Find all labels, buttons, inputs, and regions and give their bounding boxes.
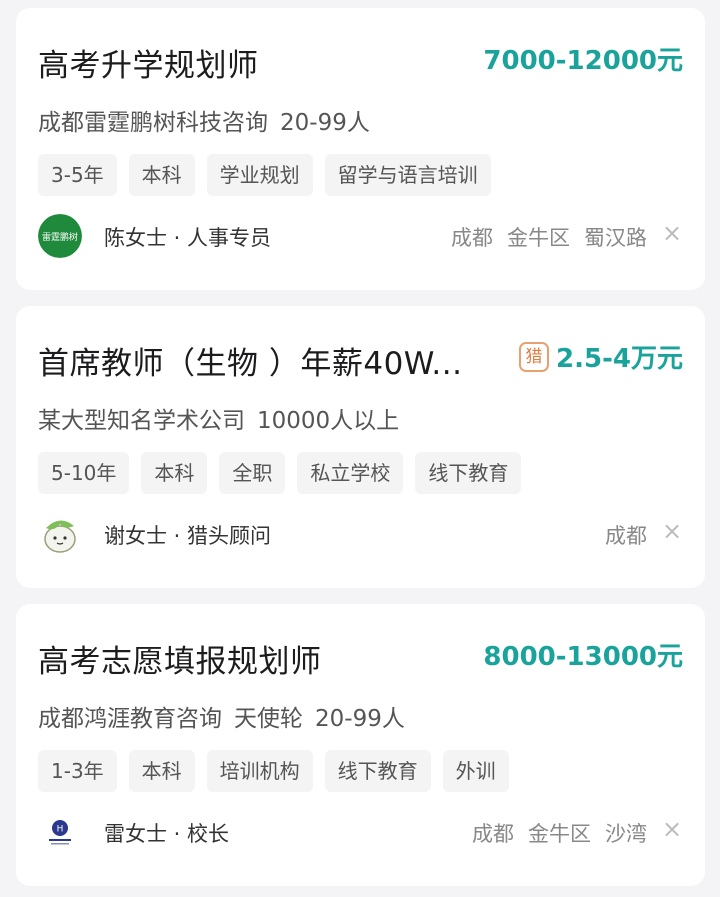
job-tag: 外训 [442,750,509,792]
location-street: 沙湾 [605,822,647,846]
job-title[interactable]: 高考志愿填报规划师 [38,636,322,681]
location-district: 金牛区 [507,226,570,250]
recruiter-row: H 雷女士 · 校长 成都 金牛区 沙湾 × [38,810,683,854]
job-salary: 8000-13000元 [483,642,683,672]
job-tag: 线下教育 [415,452,522,494]
job-location: 成都 [605,520,647,550]
recruiter-name: 陈女士 · 人事专员 [104,226,272,250]
job-tag: 全职 [219,452,286,494]
dismiss-icon[interactable]: × [661,516,683,546]
job-location: 成都 金牛区 蜀汉路 [451,222,647,252]
location-district: 金牛区 [528,822,591,846]
company-info: 某大型知名学术公司 10000人以上 [38,401,411,435]
location-city: 成都 [451,226,493,250]
job-card[interactable]: 高考志愿填报规划师 8000-13000元 成都鸿涯教育咨询 天使轮 20-99人 … [16,604,705,886]
job-tag: 留学与语言培训 [324,154,491,196]
company-name: 某大型知名学术公司 [38,408,245,434]
company-name: 成都鸿涯教育咨询 [38,706,222,732]
job-title[interactable]: 高考升学规划师 [38,40,259,85]
company-name: 成都雷霆鹏树科技咨询 [38,110,268,136]
job-tag: 私立学校 [297,452,404,494]
location-city: 成都 [605,524,647,548]
job-tags: 3-5年 本科 学业规划 留学与语言培训 [38,154,491,196]
job-tag: 本科 [128,750,195,792]
recruiter-name: 谢女士 · 猎头顾问 [104,524,272,548]
job-tag: 本科 [128,154,195,196]
svg-text:雷霆鹏树: 雷霆鹏树 [42,231,78,243]
company-size: 10000人以上 [257,408,400,434]
job-tag: 培训机构 [206,750,313,792]
job-tag: 3-5年 [38,154,117,196]
job-salary: 2.5-4万元 [556,344,683,374]
company-logo-avatar[interactable]: H [38,810,82,854]
company-info: 成都雷霆鹏树科技咨询 20-99人 [38,103,382,137]
location-street: 蜀汉路 [584,226,647,250]
job-card[interactable]: 首席教师（生物 ）年薪40W... 猎 2.5-4万元 某大型知名学术公司 100… [16,306,705,588]
job-card[interactable]: 高考升学规划师 7000-12000元 成都雷霆鹏树科技咨询 20-99人 3-5… [16,8,705,290]
svg-text:H: H [57,825,64,835]
company-size: 20-99人 [280,110,370,136]
company-size: 20-99人 [315,706,405,732]
recruiter-avatar[interactable] [38,512,82,556]
job-salary: 7000-12000元 [483,46,683,76]
dismiss-icon[interactable]: × [661,218,683,248]
job-tag: 本科 [141,452,208,494]
location-city: 成都 [472,822,514,846]
headhunter-badge-icon: 猎 [519,342,549,372]
job-tags: 5-10年 本科 全职 私立学校 线下教育 [38,452,522,494]
job-list: 高考升学规划师 7000-12000元 成都雷霆鹏树科技咨询 20-99人 3-5… [0,0,720,897]
dismiss-icon[interactable]: × [661,814,683,844]
company-info: 成都鸿涯教育咨询 天使轮 20-99人 [38,699,417,733]
recruiter-row: 谢女士 · 猎头顾问 成都 × [38,512,683,556]
job-location: 成都 金牛区 沙湾 [472,818,647,848]
job-title[interactable]: 首席教师（生物 ）年薪40W... [38,338,462,383]
job-tag: 学业规划 [206,154,313,196]
recruiter-row: 雷霆鹏树 陈女士 · 人事专员 成都 金牛区 蜀汉路 × [38,214,683,258]
job-tag: 1-3年 [38,750,117,792]
job-tag: 5-10年 [38,452,130,494]
company-funding: 天使轮 [234,706,303,732]
company-logo-avatar[interactable]: 雷霆鹏树 [38,214,82,258]
job-tags: 1-3年 本科 培训机构 线下教育 外训 [38,750,509,792]
job-tag: 线下教育 [324,750,431,792]
recruiter-name: 雷女士 · 校长 [104,822,230,846]
